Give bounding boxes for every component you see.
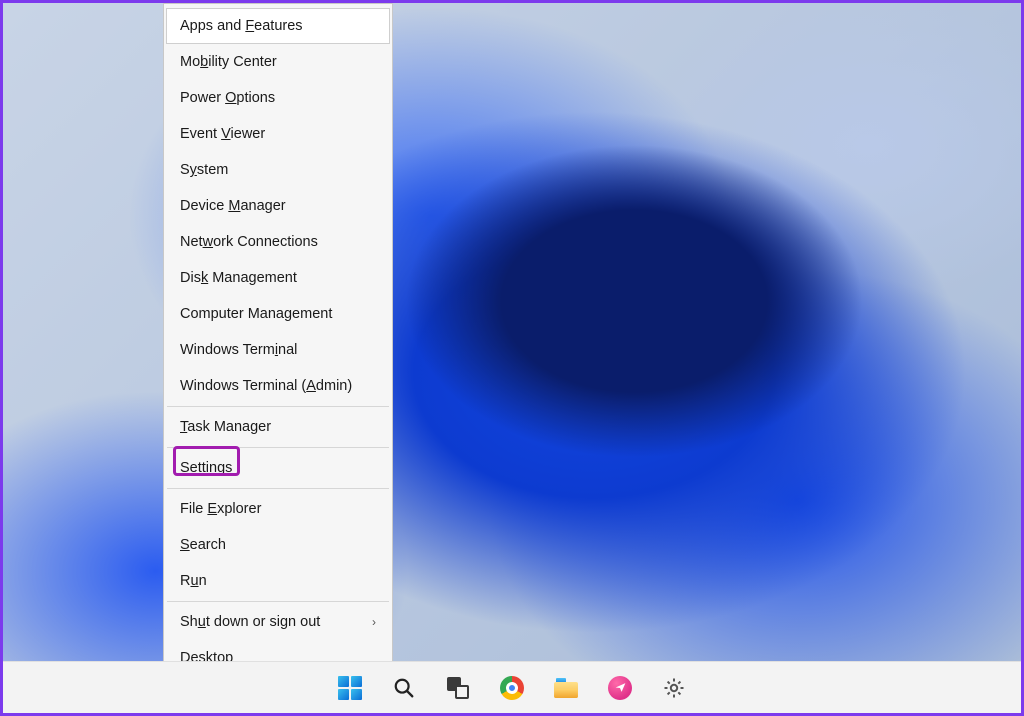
task-view-icon <box>447 677 469 699</box>
winx-item-label: File Explorer <box>180 501 376 517</box>
taskbar-settings-button[interactable] <box>654 668 694 708</box>
winx-item-task-manager[interactable]: Task Manager <box>166 409 390 445</box>
search-icon <box>393 677 415 699</box>
winx-item-device-manager[interactable]: Device Manager <box>166 188 390 224</box>
taskbar <box>3 661 1021 713</box>
taskbar-file-explorer-button[interactable] <box>546 668 586 708</box>
winx-item-mobility-center[interactable]: Mobility Center <box>166 44 390 80</box>
menu-separator <box>167 447 389 448</box>
file-explorer-icon <box>554 678 578 698</box>
winx-item-label: Mobility Center <box>180 54 376 70</box>
winx-context-menu: Apps and Features Mobility Center Power Op… <box>163 3 393 681</box>
winx-item-label: Task Manager <box>180 419 376 435</box>
menu-separator <box>167 406 389 407</box>
winx-item-event-viewer[interactable]: Event Viewer <box>166 116 390 152</box>
menu-separator <box>167 488 389 489</box>
winx-item-label: Shut down or sign out <box>180 614 364 630</box>
winx-item-label: Search <box>180 537 376 553</box>
desktop-wallpaper <box>3 3 1021 713</box>
winx-item-computer-management[interactable]: Computer Management <box>166 296 390 332</box>
winx-item-run[interactable]: Run <box>166 563 390 599</box>
start-button[interactable] <box>330 668 370 708</box>
winx-item-shut-down-or-sign-out[interactable]: Shut down or sign out › <box>166 604 390 640</box>
winx-item-network-connections[interactable]: Network Connections <box>166 224 390 260</box>
winx-item-label: Device Manager <box>180 198 376 214</box>
winx-item-search[interactable]: Search <box>166 527 390 563</box>
gear-icon <box>662 676 686 700</box>
taskbar-task-view-button[interactable] <box>438 668 478 708</box>
winx-item-windows-terminal[interactable]: Windows Terminal <box>166 332 390 368</box>
chevron-right-icon: › <box>372 615 376 629</box>
winx-item-label: Windows Terminal (Admin) <box>180 378 376 394</box>
winx-item-power-options[interactable]: Power Options <box>166 80 390 116</box>
winx-item-label: Event Viewer <box>180 126 376 142</box>
taskbar-search-button[interactable] <box>384 668 424 708</box>
winx-item-file-explorer[interactable]: File Explorer <box>166 491 390 527</box>
menu-separator <box>167 601 389 602</box>
winx-item-label: Power Options <box>180 90 376 106</box>
winx-item-label: System <box>180 162 376 178</box>
paper-plane-icon <box>608 676 632 700</box>
winx-item-disk-management[interactable]: Disk Management <box>166 260 390 296</box>
winx-item-label: Windows Terminal <box>180 342 376 358</box>
winx-item-label: Run <box>180 573 376 589</box>
winx-item-label: Apps and Features <box>180 18 376 34</box>
winx-item-windows-terminal-admin[interactable]: Windows Terminal (Admin) <box>166 368 390 404</box>
windows-start-icon <box>338 676 362 700</box>
winx-item-settings[interactable]: Settings <box>166 450 390 486</box>
winx-item-label: Computer Management <box>180 306 376 322</box>
winx-item-label: Network Connections <box>180 234 376 250</box>
winx-item-label: Settings <box>180 460 376 476</box>
chrome-icon <box>500 676 524 700</box>
winx-item-apps-and-features[interactable]: Apps and Features <box>166 8 390 44</box>
taskbar-media-app-button[interactable] <box>600 668 640 708</box>
taskbar-chrome-button[interactable] <box>492 668 532 708</box>
winx-item-label: Disk Management <box>180 270 376 286</box>
winx-item-system[interactable]: System <box>166 152 390 188</box>
